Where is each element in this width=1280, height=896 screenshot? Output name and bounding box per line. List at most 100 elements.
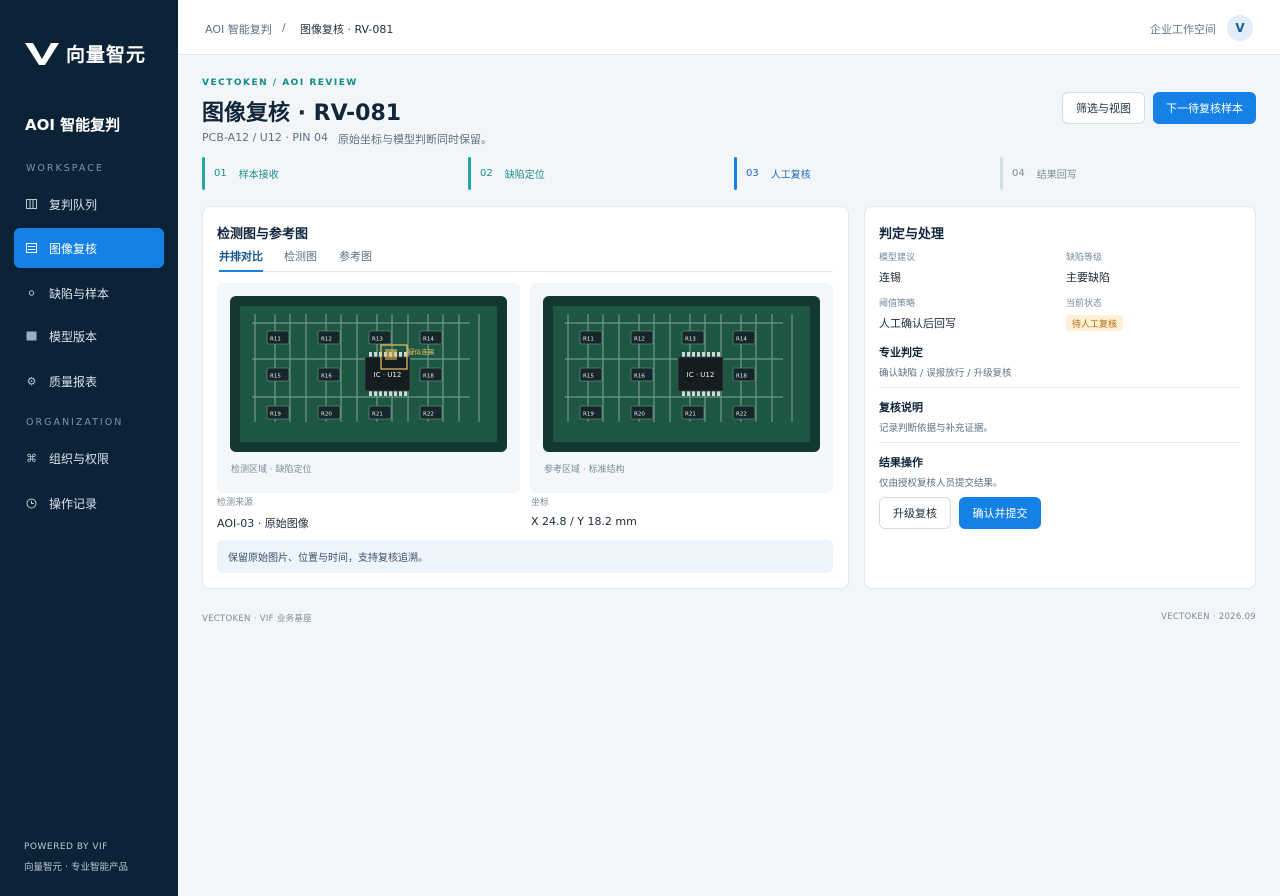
workspace-switcher[interactable]: 企业工作空间 — [1150, 21, 1216, 37]
detection-caption: 检测区域 · 缺陷定位 — [231, 465, 312, 475]
footer-right: VECTOKEN · 2026.09 — [1161, 612, 1256, 622]
step-number: 01 — [214, 168, 227, 179]
sidebar-item-label: 组织与权限 — [49, 451, 110, 466]
step-number: 04 — [1012, 168, 1025, 179]
ic-pin — [707, 352, 710, 357]
ic-pin — [399, 391, 402, 396]
ic-pin — [394, 391, 397, 396]
step-manual-review: 03 人工复核 — [734, 157, 811, 190]
tab-side-by-side[interactable]: 并排对比 — [219, 248, 263, 272]
resistor-label: R11 — [583, 337, 594, 343]
grid-icon — [26, 331, 37, 341]
ic-pin — [692, 391, 695, 396]
model-suggestion-value: 连锡 — [879, 271, 901, 284]
breadcrumb-current: 图像复核 · RV-081 — [300, 23, 394, 36]
sidebar-item-review-queue[interactable]: 复判队列 — [14, 184, 164, 224]
columns-icon — [26, 199, 37, 209]
sidebar-item-org-permissions[interactable]: ⌘ 组织与权限 — [14, 438, 164, 478]
resistor-label: R22 — [423, 412, 434, 418]
step-number: 03 — [746, 168, 759, 179]
resistor-label: R14 — [736, 337, 747, 343]
user-avatar[interactable]: V — [1227, 15, 1253, 41]
step-label: 缺陷定位 — [504, 170, 545, 181]
professional-judgment-options: 确认缺陷 / 误报放行 / 升级复核 — [879, 368, 1012, 379]
defect-level-value: 主要缺陷 — [1066, 271, 1110, 284]
ic-pin — [702, 391, 705, 396]
ic-chip-label: IC · U12 — [687, 371, 715, 379]
resistor-label: R12 — [321, 337, 332, 343]
ic-pin — [374, 352, 377, 357]
filter-view-button[interactable]: 筛选与视图 — [1062, 92, 1145, 124]
next-sample-button[interactable]: 下一待复核样本 — [1153, 92, 1256, 124]
tab-detection-image[interactable]: 检测图 — [284, 248, 317, 272]
ic-pin — [399, 352, 402, 357]
sidebar-item-label: 模型版本 — [49, 329, 98, 344]
vectoken-logo-icon — [25, 42, 59, 65]
resistor-label: R14 — [423, 337, 434, 343]
divider — [879, 442, 1240, 443]
resistor-label: R13 — [685, 337, 696, 343]
resistor-label: R21 — [685, 412, 696, 418]
resistor-label: R19 — [583, 412, 594, 418]
ic-pin — [697, 391, 700, 396]
ic-pin — [687, 391, 690, 396]
page-title: 图像复核 · RV-081 — [202, 101, 402, 126]
detection-image-panel: R11 R12 R13 R14 R15 R16 R18 R19 R20 R21 R22 IC · U1… — [217, 283, 520, 493]
page-eyebrow: VECTOKEN / AOI REVIEW — [202, 78, 358, 88]
clock-icon — [26, 498, 37, 509]
section-label-organization: ORGANIZATION — [26, 417, 124, 428]
ic-pin — [374, 391, 377, 396]
sidebar-item-defects-samples[interactable]: 缺陷与样本 — [14, 273, 164, 313]
resistor-label: R11 — [270, 337, 281, 343]
source-label: 检测来源 — [217, 498, 254, 508]
model-suggestion-label: 模型建议 — [879, 253, 916, 263]
ic-pin — [712, 391, 715, 396]
sidebar-item-image-review[interactable]: 图像复核 — [14, 228, 164, 268]
topbar: AOI 智能复判 / 图像复核 · RV-081 企业工作空间 V — [178, 0, 1280, 55]
resistor-label: R20 — [634, 412, 645, 418]
resistor-label: R16 — [634, 374, 645, 380]
resistor-label: R22 — [736, 412, 747, 418]
sidebar-item-label: 缺陷与样本 — [49, 286, 110, 301]
ic-pin — [717, 391, 720, 396]
page-subtitle: PCB-A12 / U12 · PIN 04 — [202, 131, 328, 144]
confirm-submit-button[interactable]: 确认并提交 — [959, 497, 1041, 529]
gear-icon: ⚙ — [26, 374, 37, 388]
escalate-review-button[interactable]: 升级复核 — [879, 497, 951, 529]
powered-by: POWERED BY VIF — [24, 842, 108, 852]
detection-pcb-image[interactable]: R11 R12 R13 R14 R15 R16 R18 R19 R20 R21 R22 IC · U1… — [230, 296, 507, 452]
step-sample-receive: 01 样本接收 — [202, 157, 279, 190]
dot-icon — [26, 288, 37, 298]
powered-by-subtitle: 向量智元 · 专业智能产品 — [24, 862, 129, 873]
step-result-writeback: 04 结果回写 — [1000, 157, 1077, 190]
status-badge: 待人工复核 — [1066, 315, 1124, 331]
sidebar-item-model-versions[interactable]: 模型版本 — [14, 316, 164, 356]
sidebar-item-quality-reports[interactable]: ⚙ 质量报表 — [14, 361, 164, 401]
professional-judgment-title: 专业判定 — [879, 346, 923, 359]
ic-pin — [687, 352, 690, 357]
threshold-policy-value: 人工确认后回写 — [879, 317, 956, 330]
ic-pin — [697, 352, 700, 357]
app-title: AOI 智能复判 — [25, 116, 121, 134]
reference-pcb-image[interactable]: R11 R12 R13 R14 R15 R16 R18 R19 R20 R21 R22 IC · U1… — [543, 296, 820, 452]
sidebar-item-operation-log[interactable]: 操作记录 — [14, 483, 164, 523]
tab-reference-image[interactable]: 参考图 — [339, 248, 372, 272]
resistor-label: R15 — [583, 374, 594, 380]
review-notes-title: 复核说明 — [879, 401, 923, 414]
sidebar-item-label: 质量报表 — [49, 374, 98, 389]
step-defect-locate: 02 缺陷定位 — [468, 157, 545, 190]
breadcrumb-root[interactable]: AOI 智能复判 — [205, 21, 272, 37]
ic-pin — [712, 352, 715, 357]
ic-pin — [707, 391, 710, 396]
logo-text: 向量智元 — [66, 44, 147, 66]
ic-pin — [379, 391, 382, 396]
step-number: 02 — [480, 168, 493, 179]
ic-pin — [682, 352, 685, 357]
image-tabs: 并排对比 检测图 参考图 — [217, 248, 833, 272]
ic-pin — [692, 352, 695, 357]
ic-pin — [369, 391, 372, 396]
resistor-label: R15 — [270, 374, 281, 380]
ic-pin — [682, 391, 685, 396]
brand-logo[interactable]: 向量智元 — [24, 40, 146, 67]
ic-pin — [384, 391, 387, 396]
